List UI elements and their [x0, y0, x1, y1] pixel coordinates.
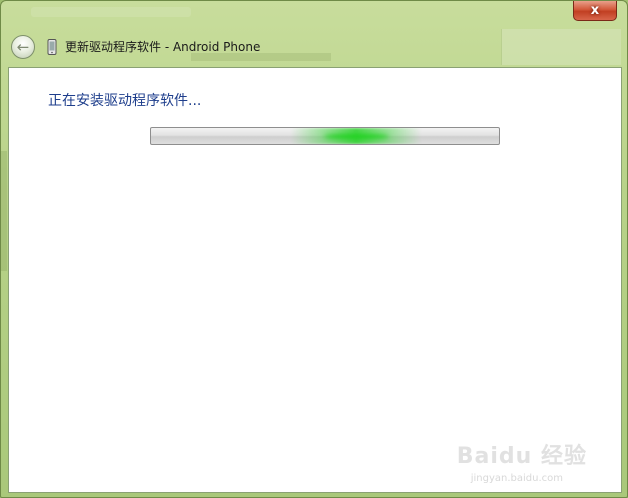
- background-blur: [1, 151, 7, 271]
- progress-bar: [150, 127, 500, 145]
- window-frame: x ← 更新驱动程序软件 - Android Phone 正在安装驱动程序软件.…: [0, 0, 628, 498]
- watermark-text: Baidu 经验: [456, 444, 587, 469]
- back-arrow-icon: ←: [16, 37, 30, 56]
- phone-device-icon: [47, 39, 57, 55]
- content-pane: 正在安装驱动程序软件... Baidu 经验 jingyan.baidu.com: [8, 67, 622, 493]
- background-blur: [501, 29, 621, 65]
- watermark-logo: Baidu 经验: [457, 438, 587, 470]
- back-button[interactable]: ←: [11, 35, 35, 59]
- window-title: 更新驱动程序软件 - Android Phone: [65, 40, 261, 54]
- close-button[interactable]: x: [573, 1, 617, 21]
- progress-marquee: [291, 128, 421, 144]
- status-text: 正在安装驱动程序软件...: [48, 93, 202, 109]
- close-icon: x: [590, 3, 600, 18]
- background-blur: [31, 7, 191, 17]
- watermark-url: jingyan.baidu.com: [470, 473, 563, 484]
